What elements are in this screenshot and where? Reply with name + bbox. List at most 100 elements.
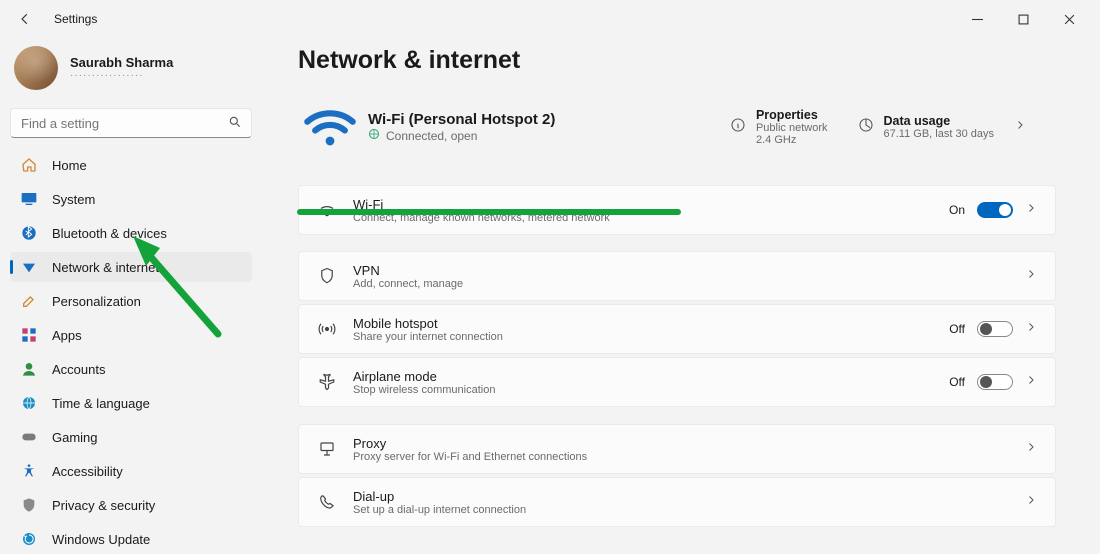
sidebar-item-label: Accounts — [52, 362, 105, 377]
sidebar-item-personalization[interactable]: Personalization — [10, 286, 252, 316]
data-usage-icon — [858, 117, 874, 138]
search-input[interactable] — [10, 108, 252, 138]
card-airplane-mode[interactable]: Airplane mode Stop wireless communicatio… — [298, 357, 1056, 407]
airplane-state-text: Off — [949, 375, 965, 389]
avatar — [14, 46, 58, 90]
sidebar-item-label: System — [52, 192, 95, 207]
card-subtitle: Connect, manage known networks, metered … — [353, 212, 933, 224]
card-dialup[interactable]: Dial-up Set up a dial-up internet connec… — [298, 477, 1056, 527]
properties-sub2: 2.4 GHz — [756, 134, 828, 146]
card-subtitle: Share your internet connection — [353, 331, 933, 343]
sidebar-item-accounts[interactable]: Accounts — [10, 354, 252, 384]
hero-state: Connected, open — [386, 129, 477, 143]
card-mobile-hotspot[interactable]: Mobile hotspot Share your internet conne… — [298, 304, 1056, 354]
card-title: Dial-up — [353, 489, 1009, 504]
system-icon — [20, 190, 38, 208]
profile-email: ················· — [70, 70, 173, 81]
card-title: Airplane mode — [353, 369, 933, 384]
sidebar-item-system[interactable]: System — [10, 184, 252, 214]
sidebar-item-home[interactable]: Home — [10, 150, 252, 180]
sidebar-item-label: Network & internet — [52, 260, 159, 275]
page-title: Network & internet — [298, 46, 1056, 75]
card-proxy[interactable]: Proxy Proxy server for Wi-Fi and Etherne… — [298, 424, 1056, 474]
sidebar-item-time-language[interactable]: Time & language — [10, 388, 252, 418]
vpn-icon — [317, 267, 337, 285]
card-subtitle: Proxy server for Wi-Fi and Ethernet conn… — [353, 451, 1009, 463]
time-language-icon — [20, 394, 38, 412]
sidebar-item-label: Home — [52, 158, 87, 173]
proxy-icon — [317, 440, 337, 458]
gaming-icon — [20, 428, 38, 446]
card-subtitle: Add, connect, manage — [353, 278, 1009, 290]
sidebar-item-label: Accessibility — [52, 464, 123, 479]
properties-label: Properties — [756, 108, 828, 122]
sidebar-item-network[interactable]: Network & internet — [10, 252, 252, 282]
chevron-right-icon — [1025, 373, 1037, 391]
card-wifi[interactable]: Wi-Fi Connect, manage known networks, me… — [298, 185, 1056, 235]
hero-ssid: Wi-Fi (Personal Hotspot 2) — [368, 111, 648, 128]
sidebar-item-apps[interactable]: Apps — [10, 320, 252, 350]
card-title: Wi-Fi — [353, 197, 933, 212]
hero-data-usage[interactable]: Data usage 67.11 GB, last 30 days — [858, 114, 1056, 140]
wifi-toggle[interactable] — [977, 202, 1013, 218]
card-title: Proxy — [353, 436, 1009, 451]
card-subtitle: Stop wireless communication — [353, 384, 933, 396]
sidebar-item-label: Gaming — [52, 430, 98, 445]
usage-label: Data usage — [884, 114, 994, 128]
chevron-right-icon — [1025, 440, 1037, 458]
info-icon — [730, 117, 746, 138]
sidebar-item-label: Time & language — [52, 396, 150, 411]
card-title: VPN — [353, 263, 1009, 278]
sidebar-item-label: Apps — [52, 328, 82, 343]
sidebar-item-privacy[interactable]: Privacy & security — [10, 490, 252, 520]
sidebar-item-label: Bluetooth & devices — [52, 226, 167, 241]
titlebar: Settings — [0, 0, 1100, 38]
dialup-icon — [317, 493, 337, 511]
card-vpn[interactable]: VPN Add, connect, manage — [298, 251, 1056, 301]
wifi-state-text: On — [949, 203, 965, 217]
window-minimize-button[interactable] — [954, 0, 1000, 38]
hotspot-icon — [317, 320, 337, 338]
globe-icon — [368, 128, 380, 143]
sidebar: Saurabh Sharma ················· Home — [0, 38, 262, 541]
profile-block[interactable]: Saurabh Sharma ················· — [10, 44, 252, 108]
hotspot-toggle[interactable] — [977, 321, 1013, 337]
card-title: Mobile hotspot — [353, 316, 933, 331]
update-icon — [20, 530, 38, 548]
main-content: Network & internet Wi-Fi (Personal Hotsp… — [262, 38, 1100, 541]
properties-sub1: Public network — [756, 122, 828, 134]
window-maximize-button[interactable] — [1000, 0, 1046, 38]
sidebar-nav: Home System Bluetooth & devices Network … — [10, 150, 252, 554]
profile-name: Saurabh Sharma — [70, 55, 173, 70]
wifi-hero-icon — [298, 103, 362, 151]
chevron-right-icon — [1025, 201, 1037, 219]
sidebar-item-label: Privacy & security — [52, 498, 155, 513]
accessibility-icon — [20, 462, 38, 480]
personalization-icon — [20, 292, 38, 310]
back-button[interactable] — [14, 8, 36, 30]
connection-hero: Wi-Fi (Personal Hotspot 2) Connected, op… — [298, 93, 1056, 161]
chevron-right-icon — [1025, 493, 1037, 511]
hotspot-state-text: Off — [949, 322, 965, 336]
sidebar-item-accessibility[interactable]: Accessibility — [10, 456, 252, 486]
window-close-button[interactable] — [1046, 0, 1092, 38]
sidebar-item-label: Windows Update — [52, 532, 150, 547]
home-icon — [20, 156, 38, 174]
privacy-icon — [20, 496, 38, 514]
search-box[interactable] — [10, 108, 252, 138]
chevron-right-icon — [1025, 320, 1037, 338]
window-title: Settings — [54, 12, 97, 26]
chevron-right-icon — [1025, 267, 1037, 285]
accounts-icon — [20, 360, 38, 378]
sidebar-item-bluetooth[interactable]: Bluetooth & devices — [10, 218, 252, 248]
network-icon — [20, 258, 38, 276]
sidebar-item-gaming[interactable]: Gaming — [10, 422, 252, 452]
card-subtitle: Set up a dial-up internet connection — [353, 504, 1009, 516]
sidebar-item-update[interactable]: Windows Update — [10, 524, 252, 554]
wifi-icon — [317, 201, 337, 219]
airplane-icon — [317, 373, 337, 391]
chevron-right-icon — [1014, 118, 1026, 136]
airplane-toggle[interactable] — [977, 374, 1013, 390]
sidebar-item-label: Personalization — [52, 294, 141, 309]
hero-properties[interactable]: Properties Public network 2.4 GHz — [730, 108, 858, 146]
